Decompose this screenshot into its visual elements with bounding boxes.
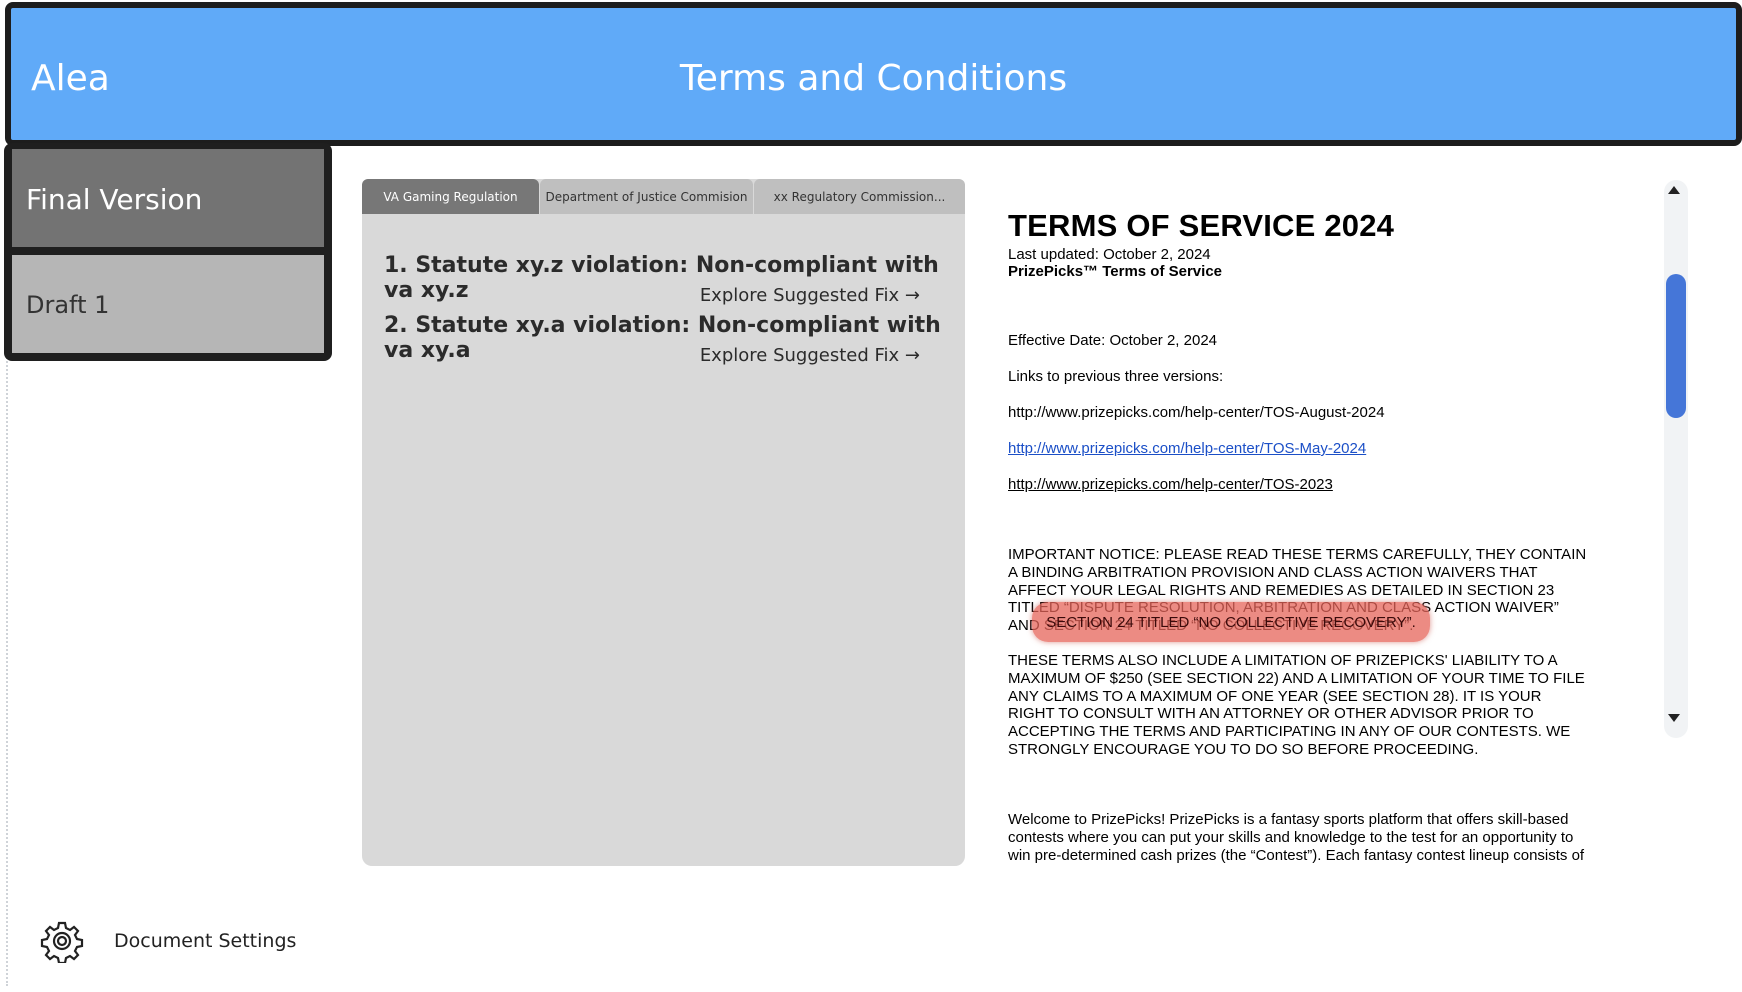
scroll-up-arrow-icon[interactable] xyxy=(1668,186,1680,194)
welcome-line: Welcome to PrizePicks! PrizePicks is a f… xyxy=(1008,811,1569,828)
limitation-line: STRONGLY ENCOURAGE YOU TO DO SO BEFORE P… xyxy=(1008,740,1479,758)
limitation-line: MAXIMUM OF $250 (SEE SECTION 22) AND A L… xyxy=(1008,669,1585,687)
document-settings-button[interactable]: Document Settings xyxy=(40,918,300,964)
limitation-line: ACCEPTING THE TERMS AND PARTICIPATING IN… xyxy=(1008,723,1571,741)
links-intro: Links to previous three versions: xyxy=(1008,368,1224,385)
issue-item: 1. Statute xy.z violation: Non-compliant… xyxy=(384,253,954,306)
version-item-draft-1[interactable]: Draft 1 xyxy=(12,255,324,353)
document-scrollbar[interactable] xyxy=(1664,180,1688,738)
compliance-issues-panel: VA Gaming Regulation Department of Justi… xyxy=(362,179,965,866)
document-viewer: TERMS OF SERVICE 2024 Last updated: Octo… xyxy=(1008,208,1608,868)
welcome-paragraph: Welcome to PrizePicks! PrizePicks is a f… xyxy=(1008,811,1608,864)
settings-label: Document Settings xyxy=(114,930,297,952)
version-link-august-2024[interactable]: http://www.prizepicks.com/help-center/TO… xyxy=(1008,404,1385,421)
tab-regulatory-commission[interactable]: xx Regulatory Commission... xyxy=(754,179,965,214)
flagged-clause-highlight[interactable]: SECTION 24 TITLED “NO COLLECTIVE RECOVER… xyxy=(1032,602,1430,642)
gear-icon xyxy=(40,921,84,963)
notice-line: AFFECT YOUR LEGAL RIGHTS AND REMEDIES AS… xyxy=(1008,581,1555,599)
welcome-line: win pre-determined cash prizes (the “Con… xyxy=(1008,846,1585,864)
notice-line: A BINDING ARBITRATION PROVISION AND CLAS… xyxy=(1008,563,1538,581)
explore-fix-link[interactable]: Explore Suggested Fix → xyxy=(700,345,920,366)
notice-line: IMPORTANT NOTICE: PLEASE READ THESE TERM… xyxy=(1008,546,1587,563)
limitation-line: THESE TERMS ALSO INCLUDE A LIMITATION OF… xyxy=(1008,652,1558,669)
app-header: Alea Terms and Conditions xyxy=(5,2,1742,146)
tab-department-of-justice[interactable]: Department of Justice Commision xyxy=(540,179,753,214)
version-item-final[interactable]: Final Version xyxy=(12,149,324,247)
last-updated: Last updated: October 2, 2024 xyxy=(1008,246,1211,263)
explore-fix-link[interactable]: Explore Suggested Fix → xyxy=(700,285,920,306)
document-title: TERMS OF SERVICE 2024 xyxy=(1008,208,1395,243)
limitation-line: ANY CLAIMS TO A MAXIMUM OF ONE YEAR (SEE… xyxy=(1008,687,1542,705)
limitation-notice: THESE TERMS ALSO INCLUDE A LIMITATION OF… xyxy=(1008,652,1608,759)
version-link-may-2024[interactable]: http://www.prizepicks.com/help-center/TO… xyxy=(1008,440,1366,457)
scrollbar-thumb[interactable] xyxy=(1666,274,1686,418)
version-label: Final Version xyxy=(26,183,203,216)
issue-item: 2. Statute xy.a violation: Non-compliant… xyxy=(384,313,954,366)
version-list: Final Version Draft 1 xyxy=(4,143,332,361)
welcome-line: contests where you can put your skills a… xyxy=(1008,828,1574,846)
tab-va-gaming-regulation[interactable]: VA Gaming Regulation xyxy=(362,179,539,214)
limitation-line: RIGHT TO CONSULT WITH AN ATTORNEY OR OTH… xyxy=(1008,705,1534,723)
version-label: Draft 1 xyxy=(26,291,110,319)
effective-date: Effective Date: October 2, 2024 xyxy=(1008,332,1218,349)
version-link-2023[interactable]: http://www.prizepicks.com/help-center/TO… xyxy=(1008,476,1333,493)
document-subtitle: PrizePicks™ Terms of Service xyxy=(1008,263,1222,280)
page-title: Terms and Conditions xyxy=(679,58,1068,99)
scroll-down-arrow-icon[interactable] xyxy=(1668,714,1680,722)
